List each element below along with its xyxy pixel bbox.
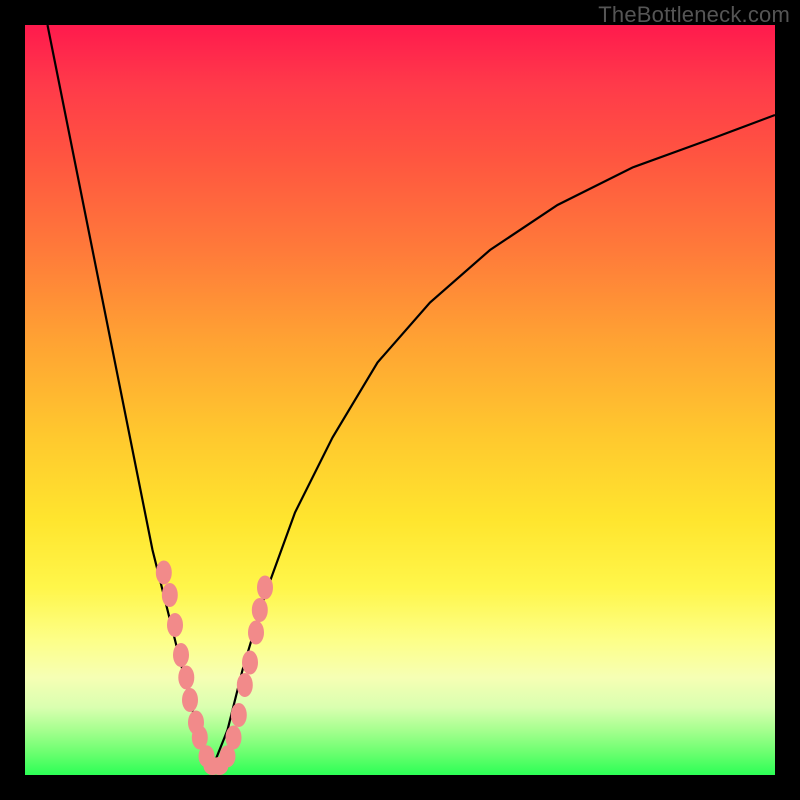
marker-dot [252,598,268,622]
marker-dot [156,561,172,585]
plot-area [25,25,775,775]
curve-layer [25,25,775,775]
marker-dot [226,726,242,750]
marker-dot [231,703,247,727]
attribution-text: TheBottleneck.com [598,2,790,28]
chart-frame: TheBottleneck.com [0,0,800,800]
marker-cluster [156,561,273,776]
marker-dot [182,688,198,712]
marker-dot [162,583,178,607]
marker-dot [257,576,273,600]
marker-dot [248,621,264,645]
marker-dot [242,651,258,675]
marker-dot [178,666,194,690]
curve-right-branch [213,115,776,768]
marker-dot [237,673,253,697]
marker-dot [167,613,183,637]
marker-dot [173,643,189,667]
